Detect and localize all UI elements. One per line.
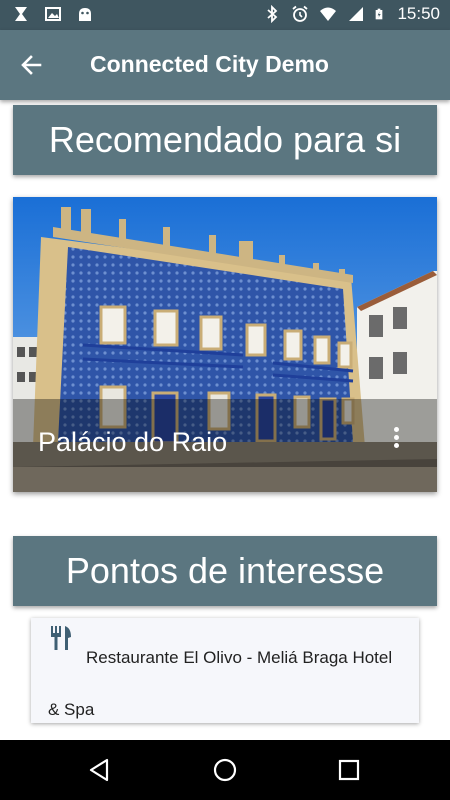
signal-icon bbox=[349, 7, 364, 21]
status-bar: 15:50 bbox=[0, 0, 450, 30]
card-menu-button[interactable] bbox=[391, 425, 401, 449]
poi-list-item[interactable]: Restaurante El Olivo - Meliá Braga Hotel… bbox=[31, 618, 419, 723]
image-icon bbox=[45, 7, 61, 21]
bluetooth-icon bbox=[267, 5, 278, 23]
x-icon bbox=[15, 7, 27, 21]
nav-recents-button[interactable] bbox=[334, 755, 364, 785]
more-vertical-icon bbox=[393, 427, 399, 432]
alarm-icon bbox=[292, 5, 309, 22]
android-icon bbox=[79, 8, 91, 21]
back-button[interactable] bbox=[18, 50, 52, 80]
navigation-bar bbox=[0, 740, 450, 800]
arrow-left-icon bbox=[21, 55, 42, 75]
nav-back-button[interactable] bbox=[86, 755, 116, 785]
card-title: Palácio do Raio bbox=[38, 427, 228, 457]
nav-back-icon bbox=[89, 758, 109, 782]
poi-header: Pontos de interesse bbox=[13, 536, 437, 606]
status-time: 15:50 bbox=[397, 4, 440, 23]
recommended-header: Recomendado para si bbox=[13, 105, 437, 175]
more-dot bbox=[393, 435, 399, 440]
nav-home-button[interactable] bbox=[210, 755, 240, 785]
nav-recents-icon bbox=[338, 759, 360, 781]
battery-icon bbox=[376, 8, 383, 20]
recommended-card[interactable]: Palácio do Raio bbox=[13, 197, 437, 492]
wifi-icon bbox=[320, 7, 337, 21]
nav-home-icon bbox=[213, 758, 237, 782]
more-dot bbox=[393, 443, 399, 448]
app-title: Connected City Demo bbox=[90, 51, 329, 77]
app-bar: Connected City Demo bbox=[0, 30, 450, 100]
poi-item-label: Restaurante El Olivo - Meliá Braga Hotel… bbox=[48, 648, 393, 719]
status-right-icons: 15:50 bbox=[263, 4, 440, 24]
status-left-icons bbox=[12, 5, 94, 23]
